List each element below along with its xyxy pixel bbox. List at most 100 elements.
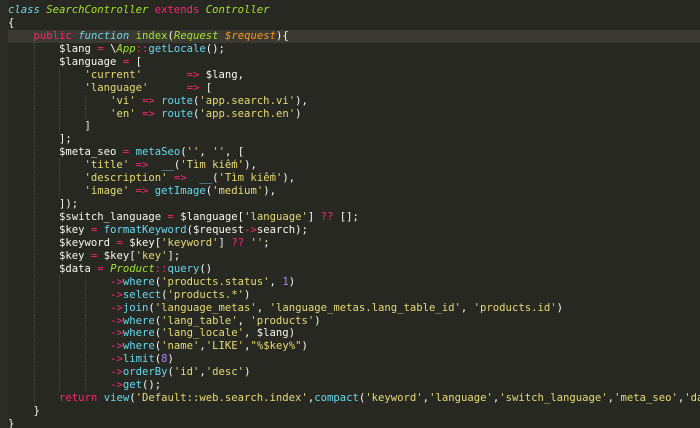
code-line[interactable]: ->orderBy('id','desc'): [8, 366, 700, 380]
code-token: get: [122, 379, 142, 392]
code-line[interactable]: 'description' => __('Tìm kiếm'),: [8, 172, 700, 186]
code-token: extends: [154, 4, 200, 16]
code-token: 'description': [84, 172, 168, 185]
code-line[interactable]: }: [8, 418, 700, 428]
code-token: ;: [263, 236, 270, 249]
code-token: select: [122, 288, 162, 301]
code-token: $request: [224, 29, 276, 42]
indent-guide: [84, 275, 86, 289]
code-line[interactable]: ];: [8, 133, 700, 147]
code-token: $language: [180, 211, 238, 223]
code-token: ),: [295, 94, 308, 107]
code-line-active[interactable]: public function index(Request $request){: [8, 29, 700, 43]
code-line[interactable]: $meta_seo = metaSeo('', '', [: [8, 146, 700, 160]
code-token: ];: [8, 133, 72, 146]
code-token: 'language_metas': [154, 301, 257, 314]
indent-guide: [33, 327, 35, 341]
indent-guide: [59, 172, 61, 186]
code-line[interactable]: ]: [8, 120, 700, 134]
code-token: $lang: [205, 68, 238, 81]
code-token: ): [301, 340, 308, 353]
code-token: =>: [186, 68, 200, 81]
code-line[interactable]: {: [8, 17, 700, 30]
indent-guide: [33, 198, 35, 211]
code-line[interactable]: $switch_language = $language['language']…: [8, 211, 700, 224]
code-token: ::: [135, 42, 149, 55]
code-line[interactable]: 'image' => getImage('medium'),: [8, 185, 700, 199]
code-token: SearchController: [46, 4, 149, 16]
indent-guide: [33, 146, 35, 160]
indent-guide: [33, 172, 35, 186]
code-line[interactable]: $lang = \App::getLocale();: [8, 42, 700, 56]
code-line[interactable]: ->where('products.status', 1): [8, 275, 700, 289]
code-token: ->: [110, 379, 123, 392]
code-line[interactable]: 'title' => __('Tìm kiếm'),: [8, 159, 700, 173]
code-line[interactable]: ->where('lang_locale', $lang): [8, 327, 700, 341]
code-token: ),: [282, 172, 296, 185]
code-line[interactable]: ->where('lang_table', 'products'): [8, 314, 700, 328]
code-line[interactable]: 'current' => $lang,: [8, 68, 700, 82]
code-token: 'app.search.vi': [199, 94, 296, 107]
code-line[interactable]: }: [8, 405, 700, 418]
indent-guide: [33, 107, 35, 121]
code-token: ): [288, 275, 296, 288]
code-line[interactable]: return view('Default::web.search.index',…: [8, 392, 700, 406]
code-line[interactable]: 'vi' => route('app.search.vi'),: [8, 94, 700, 108]
code-token: 'desc': [205, 366, 245, 379]
code-line[interactable]: ]);: [8, 198, 700, 211]
code-token: 'lang_table': [161, 314, 238, 327]
code-token: Controller: [205, 4, 270, 16]
code-line[interactable]: $key = formatKeyword($request->search);: [8, 223, 700, 237]
code-line[interactable]: $key = $key['key'];: [8, 249, 700, 263]
code-token: 'language': [84, 81, 149, 94]
indent-guide: [84, 379, 86, 393]
code-token: 'LIKE': [205, 340, 245, 353]
code-line[interactable]: ->get();: [8, 379, 700, 393]
code-line[interactable]: $keyword = $key['keyword'] ?? '';: [8, 236, 700, 250]
code-area[interactable]: class SearchController extends Controlle…: [8, 4, 700, 428]
code-token: {: [8, 16, 15, 29]
code-token: join: [122, 301, 149, 314]
code-token: $key: [59, 249, 85, 262]
code-token: ,: [269, 275, 283, 288]
indent-guide: [33, 42, 35, 56]
code-line[interactable]: ->select('products.*'): [8, 288, 700, 302]
code-token: 'language': [429, 392, 493, 405]
code-token: 'language': [244, 211, 308, 223]
code-line[interactable]: ->join('language_metas', 'language_metas…: [8, 301, 700, 315]
code-token: ,: [237, 314, 251, 327]
code-token: metaSeo: [135, 146, 181, 159]
code-token: 'medium': [212, 185, 264, 198]
code-line[interactable]: $data = Product::query(): [8, 262, 700, 276]
code-token: $lang: [59, 42, 91, 55]
code-token: $key: [59, 223, 85, 236]
indent-guide: [59, 159, 61, 173]
code-token: 'keyword': [365, 392, 423, 405]
code-line[interactable]: 'language' => [: [8, 81, 700, 95]
code-token: 'en': [110, 107, 136, 120]
code-token: 'current': [84, 68, 142, 81]
code-token: where: [122, 314, 155, 327]
code-token: where: [122, 275, 155, 288]
code-token: 'name': [161, 340, 200, 353]
code-token: __: [199, 172, 213, 185]
code-token: ){: [275, 29, 289, 42]
code-line[interactable]: 'en' => route('app.search.en'): [8, 107, 700, 121]
code-token: $language: [59, 55, 117, 68]
code-token: ->: [110, 275, 123, 288]
code-line[interactable]: $language = [: [8, 55, 700, 69]
code-token: '': [186, 146, 200, 159]
code-line[interactable]: ->where('name','LIKE',"%$key%"): [8, 340, 700, 354]
code-token: }: [8, 418, 15, 428]
code-line[interactable]: ->limit(8): [8, 353, 700, 367]
code-editor[interactable]: class SearchController extends Controlle…: [0, 0, 700, 428]
code-token: 'keyword': [161, 236, 219, 249]
code-token: 'products': [250, 314, 315, 327]
code-token: ::: [154, 262, 168, 275]
code-token: [];: [333, 211, 359, 223]
indent-guide: [59, 275, 61, 289]
code-line[interactable]: class SearchController extends Controlle…: [8, 4, 700, 17]
